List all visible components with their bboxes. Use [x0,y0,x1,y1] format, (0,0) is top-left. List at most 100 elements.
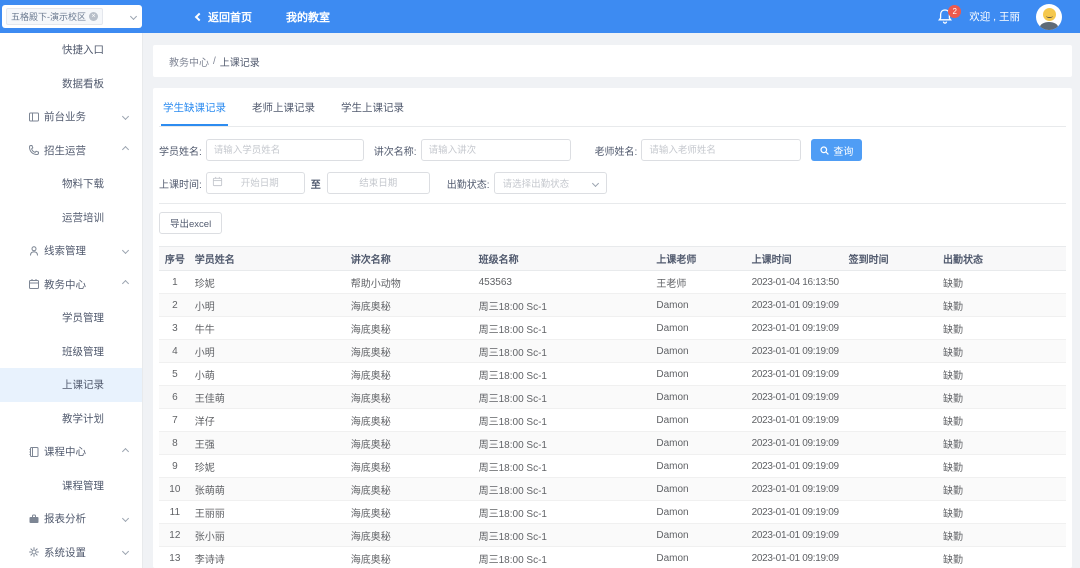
table-row[interactable]: 1珍妮帮助小动物453563王老师2023-01-04 16:13:50缺勤 [159,271,1066,294]
sidebar-item-student-management[interactable]: 学员管理 [0,301,142,335]
table-cell: Damon [652,524,747,547]
back-arrow-icon [195,12,203,20]
table-header: 序号学员姓名讲次名称班级名称上课老师上课时间签到时间出勤状态 [159,247,1066,271]
breadcrumb-current: 上课记录 [220,54,260,69]
sidebar-item-course-center[interactable]: 课程中心 [0,435,142,469]
breadcrumb-section: 教务中心 [169,54,209,69]
back-home-link[interactable]: 返回首页 [196,9,252,25]
table-cell [845,409,939,432]
avatar-body-icon [1040,22,1058,30]
chevron-down-icon [592,179,599,186]
column-header: 上课时间 [748,247,845,271]
export-excel-button[interactable]: 导出excel [159,212,222,234]
sidebar-item-label: 物料下载 [62,176,104,191]
sidebar-item-label: 上课记录 [62,377,104,392]
sidebar-item-label: 班级管理 [62,344,104,359]
sidebar-item-label: 教学计划 [62,411,104,426]
my-classroom-link[interactable]: 我的教室 [286,9,330,25]
table-row[interactable]: 9珍妮海底奥秘周三18:00 Sc-1Damon2023-01-01 09:19… [159,455,1066,478]
table-row[interactable]: 12张小丽海底奥秘周三18:00 Sc-1Damon2023-01-01 09:… [159,524,1066,547]
notification-badge: 2 [948,5,961,18]
table-row[interactable]: 8王强海底奥秘周三18:00 Sc-1Damon2023-01-01 09:19… [159,432,1066,455]
table-cell: 小明 [191,294,347,317]
table-row[interactable]: 6王佳萌海底奥秘周三18:00 Sc-1Damon2023-01-01 09:1… [159,386,1066,409]
attendance-status-select[interactable]: 请选择出勤状态 [494,172,607,194]
attendance-status-placeholder: 请选择出勤状态 [503,176,570,190]
user-avatar[interactable] [1036,4,1062,30]
remove-tag-icon[interactable]: × [89,12,98,21]
column-header: 班级名称 [475,247,653,271]
search-button[interactable]: 查询 [811,139,862,161]
sidebar-item-system-settings[interactable]: 系统设置 [0,536,142,568]
sidebar-item-data-board[interactable]: 数据看板 [0,67,142,101]
sidebar-item-materials-download[interactable]: 物料下载 [0,167,142,201]
table-row[interactable]: 13李诗诗海底奥秘周三18:00 Sc-1Damon2023-01-01 09:… [159,547,1066,568]
top-right-area: 2 欢迎 , 王丽 [937,0,1062,33]
start-date-picker[interactable] [206,172,305,194]
tab-student-class-records[interactable]: 学生上课记录 [339,88,406,126]
table-row[interactable]: 5小萌海底奥秘周三18:00 Sc-1Damon2023-01-01 09:19… [159,363,1066,386]
table-row[interactable]: 10张萌萌海底奥秘周三18:00 Sc-1Damon2023-01-01 09:… [159,478,1066,501]
sidebar-item-label: 招生运营 [44,143,86,158]
sidebar-item-leads-management[interactable]: 线索管理 [0,234,142,268]
sidebar-item-ops-training[interactable]: 运营培训 [0,201,142,235]
table-cell: 11 [159,501,191,524]
table-row[interactable]: 11王丽丽海底奥秘周三18:00 Sc-1Damon2023-01-01 09:… [159,501,1066,524]
column-header: 学员姓名 [191,247,347,271]
sidebar-item-front-desk[interactable]: 前台业务 [0,100,142,134]
table-cell: 12 [159,524,191,547]
table-cell: 帮助小动物 [347,271,475,294]
sidebar-item-course-management[interactable]: 课程管理 [0,469,142,503]
tab-teacher-class-records[interactable]: 老师上课记录 [250,88,317,126]
sidebar-item-quick-entry[interactable]: 快捷入口 [0,33,142,67]
breadcrumb-separator: / [213,56,216,67]
table-cell [845,294,939,317]
filter-row-2: 上课时间: 至 出勤状态: 请选择出勤状态 [159,172,1066,194]
table-cell: 2023-01-04 16:13:50 [748,271,845,294]
end-date-input[interactable] [327,172,430,194]
table-cell: 2023-01-01 09:19:09 [748,317,845,340]
table-cell: Damon [652,432,747,455]
table-cell [845,271,939,294]
table-body: 1珍妮帮助小动物453563王老师2023-01-04 16:13:50缺勤2小… [159,271,1066,568]
column-header: 讲次名称 [347,247,475,271]
sidebar-item-report-analysis[interactable]: 报表分析 [0,502,142,536]
chevron-down-icon [122,247,129,254]
table-row[interactable]: 3牛牛海底奥秘周三18:00 Sc-1Damon2023-01-01 09:19… [159,317,1066,340]
sidebar-menu: 快捷入口数据看板前台业务招生运营物料下载运营培训线索管理教务中心学员管理班级管理… [0,33,143,568]
teacher-name-input[interactable] [641,139,801,161]
table-cell: 海底奥秘 [347,294,475,317]
table-cell: Damon [652,478,747,501]
notification-bell-icon[interactable]: 2 [937,8,953,26]
table-cell: 小萌 [191,363,347,386]
chevron-down-icon [122,113,129,120]
sidebar-item-academic-center[interactable]: 教务中心 [0,268,142,302]
table-cell: 缺勤 [939,455,1066,478]
table-cell: 2023-01-01 09:19:09 [748,501,845,524]
table-cell: 缺勤 [939,478,1066,501]
search-icon [820,146,829,155]
student-name-input[interactable] [206,139,364,161]
tab-bar: 学生缺课记录老师上课记录学生上课记录 [159,88,1066,127]
sidebar-item-teaching-plan[interactable]: 教学计划 [0,402,142,436]
sidebar-item-class-records[interactable]: 上课记录 [0,368,142,402]
end-date-picker[interactable] [327,172,430,194]
lecture-name-input[interactable] [421,139,571,161]
table-row[interactable]: 4小明海底奥秘周三18:00 Sc-1Damon2023-01-01 09:19… [159,340,1066,363]
avatar-smile-icon [1046,14,1053,18]
table-cell: 缺勤 [939,317,1066,340]
table-row[interactable]: 2小明海底奥秘周三18:00 Sc-1Damon2023-01-01 09:19… [159,294,1066,317]
table-cell: 周三18:00 Sc-1 [475,432,653,455]
table-row[interactable]: 7洋仔海底奥秘周三18:00 Sc-1Damon2023-01-01 09:19… [159,409,1066,432]
table-cell: 缺勤 [939,524,1066,547]
sidebar-item-class-management[interactable]: 班级管理 [0,335,142,369]
table-cell: 周三18:00 Sc-1 [475,501,653,524]
sidebar-item-enrollment-ops[interactable]: 招生运营 [0,134,142,168]
table-cell: 缺勤 [939,271,1066,294]
table-cell: 周三18:00 Sc-1 [475,455,653,478]
table-cell: 王丽丽 [191,501,347,524]
column-header: 上课老师 [652,247,747,271]
table-cell: Damon [652,455,747,478]
tab-student-absence-records[interactable]: 学生缺课记录 [161,88,228,126]
campus-select[interactable]: 五格殿下-演示校区 × [2,5,142,28]
